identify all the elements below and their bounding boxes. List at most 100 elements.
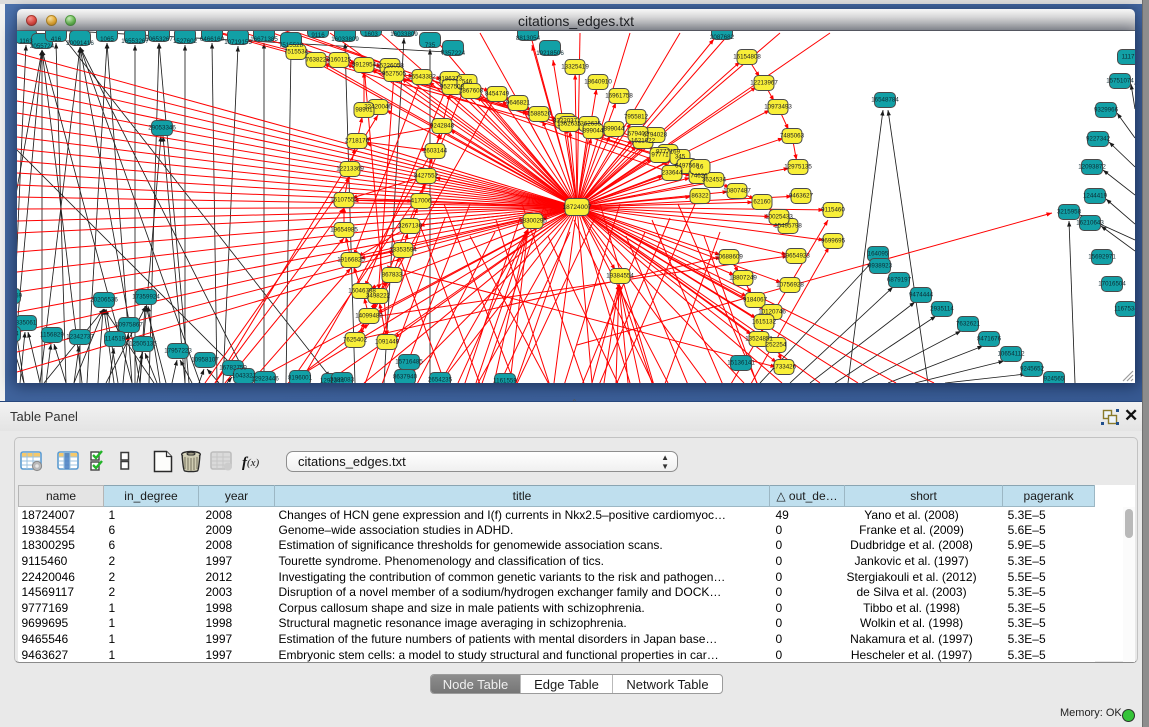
svg-text:8938923: 8938923 (868, 263, 893, 270)
svg-text:10756928: 10756928 (776, 282, 804, 289)
svg-text:15716485: 15716485 (395, 359, 423, 366)
svg-text:12213369: 12213369 (336, 166, 364, 173)
svg-text:16782759: 16782759 (219, 365, 247, 372)
svg-text:(x): (x) (247, 457, 260, 469)
svg-text:16210643: 16210643 (1076, 220, 1104, 227)
svg-text:1621022: 1621022 (631, 138, 656, 145)
svg-text:7632621: 7632621 (956, 321, 981, 328)
svg-text:2087682: 2087682 (710, 34, 735, 41)
svg-text:1733426: 1733426 (772, 364, 797, 371)
svg-text:19384554: 19384554 (606, 273, 634, 280)
svg-text:2867608: 2867608 (459, 88, 484, 95)
svg-text:16: 16 (697, 164, 704, 171)
svg-text:9527505: 9527505 (382, 71, 407, 78)
svg-text:8196001: 8196001 (288, 375, 313, 382)
svg-text:1167534: 1167534 (1114, 306, 1135, 313)
svg-text:16543382: 16543382 (408, 74, 436, 81)
svg-text:335061: 335061 (17, 320, 37, 327)
svg-text:1065: 1065 (100, 36, 114, 43)
svg-text:2620659: 2620659 (17, 293, 23, 300)
svg-text:9245652: 9245652 (1020, 366, 1045, 373)
svg-text:10958107: 10958107 (191, 357, 219, 364)
svg-text:19166825: 19166825 (337, 257, 365, 264)
svg-text:20206536: 20206536 (90, 297, 118, 304)
svg-text:3267130: 3267130 (398, 223, 423, 230)
svg-text:10807487: 10807487 (723, 188, 751, 195)
svg-text:8471676: 8471676 (977, 336, 1002, 343)
svg-text:7625402: 7625402 (343, 337, 368, 344)
svg-text:97771: 97771 (651, 152, 669, 159)
svg-text:9242848: 9242848 (430, 123, 455, 130)
svg-text:416: 416 (51, 36, 62, 43)
svg-text:8186323: 8186323 (438, 76, 463, 83)
svg-text:1615132: 1615132 (752, 319, 777, 326)
svg-text:1362635: 1362635 (557, 121, 582, 128)
svg-text:10120746: 10120746 (758, 309, 786, 316)
svg-text:15136141: 15136141 (727, 360, 755, 367)
svg-text:16033809: 16033809 (331, 36, 359, 43)
svg-text:62160: 62160 (753, 199, 771, 206)
svg-text:12342737: 12342737 (66, 334, 94, 341)
svg-text:18724007: 18724007 (563, 204, 592, 211)
svg-text:10025433: 10025433 (765, 214, 793, 221)
svg-text:3498222: 3498222 (366, 293, 391, 300)
svg-text:8160125: 8160125 (327, 57, 352, 64)
svg-text:10688609: 10688609 (715, 254, 743, 261)
svg-text:7357224: 7357224 (441, 50, 466, 57)
svg-text:2654235: 2654235 (428, 377, 453, 384)
svg-text:7485063: 7485063 (780, 133, 805, 140)
svg-text:12505135: 12505135 (129, 341, 157, 348)
svg-text:18300295: 18300295 (519, 218, 547, 225)
svg-text:3624534: 3624534 (702, 177, 727, 184)
svg-text:9463627: 9463627 (789, 193, 814, 200)
svg-text:17359924: 17359924 (132, 294, 160, 301)
svg-text:1156829: 1156829 (40, 332, 64, 339)
svg-text:3389083: 3389083 (330, 377, 355, 384)
svg-text:15495798: 15495798 (774, 223, 802, 230)
svg-text:10975867: 10975867 (115, 322, 143, 329)
svg-text:12975135: 12975135 (784, 164, 812, 171)
svg-text:18640910: 18640910 (584, 79, 612, 86)
svg-text:16671385: 16671385 (250, 36, 278, 43)
svg-text:14099489: 14099489 (355, 313, 383, 320)
svg-text:546: 546 (462, 79, 473, 86)
svg-text:6466160: 6466160 (200, 36, 225, 43)
svg-text:7955812: 7955812 (624, 114, 649, 121)
svg-text:9116: 9116 (311, 32, 325, 39)
svg-text:924565: 924565 (1044, 376, 1065, 383)
svg-text:10653267: 10653267 (145, 36, 173, 43)
svg-text:114519: 114519 (105, 336, 126, 343)
svg-text:9646821: 9646821 (506, 100, 531, 107)
svg-text:86322: 86322 (691, 193, 709, 200)
svg-text:164095: 164095 (868, 251, 889, 258)
svg-text:10973493: 10973493 (764, 104, 792, 111)
svg-text:8454749: 8454749 (485, 91, 510, 98)
svg-text:1091449: 1091449 (375, 339, 400, 346)
svg-text:18807249: 18807249 (729, 275, 757, 282)
svg-text:9115460: 9115460 (821, 207, 845, 214)
svg-text:12093872: 12093872 (1078, 164, 1106, 171)
svg-text:16154808: 16154808 (733, 54, 761, 61)
svg-text:345: 345 (675, 154, 686, 161)
svg-text:1527602: 1527602 (173, 38, 198, 45)
svg-text:8813054: 8813054 (516, 35, 541, 42)
svg-text:763822: 763822 (306, 57, 327, 64)
svg-text:1603: 1603 (364, 31, 378, 38)
svg-text:735: 735 (425, 42, 436, 49)
svg-text:899044: 899044 (583, 128, 604, 135)
svg-text:1043321: 1043321 (232, 373, 257, 380)
svg-text:8912954: 8912954 (352, 62, 377, 69)
svg-text:19654923: 19654923 (782, 253, 810, 260)
svg-text:233644: 233644 (662, 170, 683, 177)
svg-text:1161559: 1161559 (493, 378, 517, 384)
svg-text:13325419: 13325419 (561, 64, 589, 71)
svg-text:10719155: 10719155 (224, 39, 252, 46)
svg-text:8427552: 8427552 (414, 173, 439, 180)
svg-text:16107552: 16107552 (330, 197, 358, 204)
svg-text:8637940: 8637940 (393, 374, 418, 381)
svg-text:899044: 899044 (604, 126, 625, 133)
svg-text:9184067: 9184067 (743, 297, 768, 304)
svg-text:2935114: 2935114 (930, 306, 954, 313)
svg-text:7515534: 7515534 (284, 49, 309, 56)
svg-text:12213967: 12213967 (750, 80, 778, 87)
